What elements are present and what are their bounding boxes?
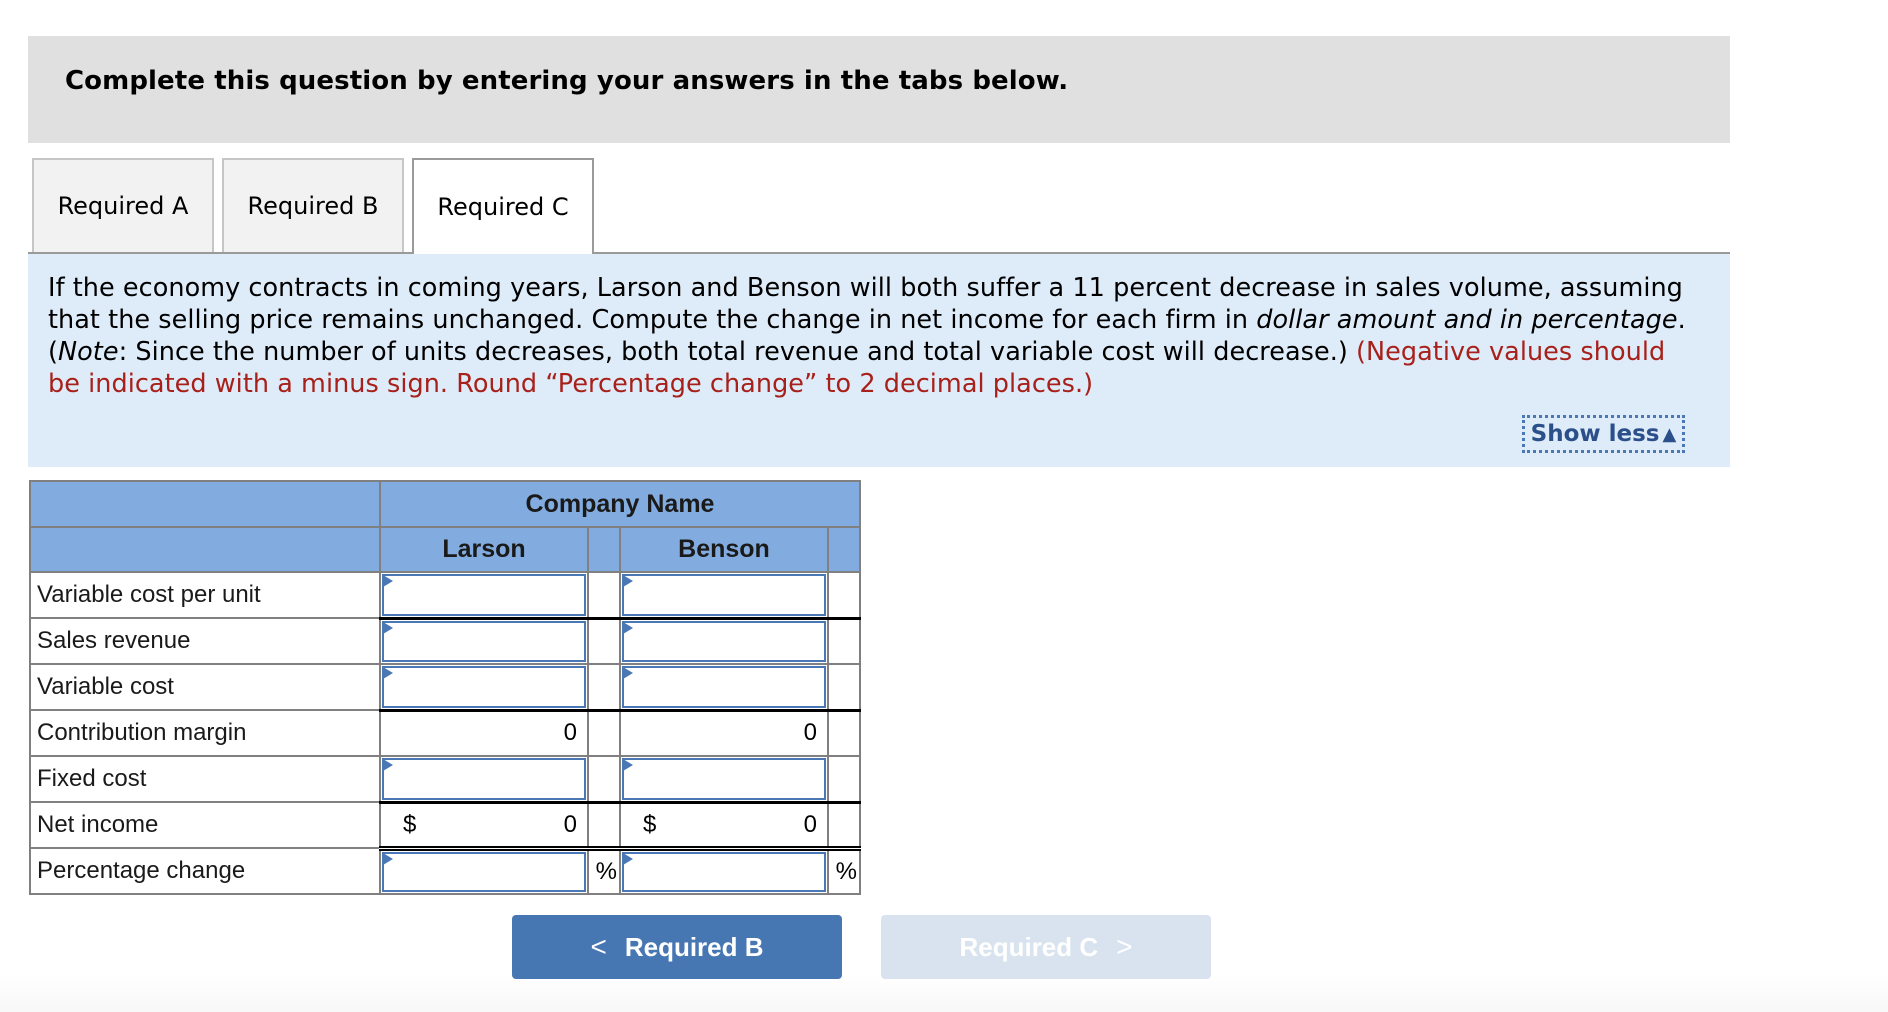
column-header-benson: Benson — [619, 526, 829, 573]
tab-required-a[interactable]: Required A — [32, 158, 214, 252]
benson-variable-cost-input[interactable] — [622, 666, 826, 708]
gap-cell — [587, 800, 621, 851]
prev-button-label: Required B — [624, 931, 764, 962]
question-instructions: If the economy contracts in coming years… — [28, 254, 1730, 467]
gap-cell — [587, 708, 621, 757]
input-flag-icon — [383, 621, 393, 634]
header-gap — [587, 526, 621, 573]
larson-fixed-cost-input[interactable] — [382, 758, 586, 800]
suffix-cell — [827, 708, 861, 757]
larson-net-income-value: 0 — [563, 810, 577, 838]
row-label: Sales revenue — [29, 617, 381, 665]
triangle-up-icon: ▲ — [1662, 423, 1677, 445]
tab-bar: Required A Required B Required C — [28, 158, 1730, 254]
show-less-button[interactable]: Show less ▲ — [1522, 415, 1685, 453]
currency-symbol: $ — [403, 810, 417, 838]
gap-cell — [587, 616, 621, 665]
instruction-part: : Since the number of units decreases, b… — [118, 337, 1357, 367]
percent-suffix: % — [827, 847, 861, 895]
input-flag-icon — [623, 621, 633, 634]
benson-percentage-change-input[interactable] — [622, 851, 826, 892]
row-label: Fixed cost — [29, 755, 381, 803]
next-button-label: Required C — [959, 931, 1099, 962]
instruction-note-label: Note — [58, 337, 119, 367]
instruction-header: Complete this question by entering your … — [28, 36, 1730, 143]
benson-sales-revenue-input[interactable] — [622, 620, 826, 662]
header-gap — [827, 526, 861, 573]
percent-suffix: % — [587, 847, 621, 895]
benson-variable-cost-per-unit-input[interactable] — [622, 574, 826, 616]
currency-symbol: $ — [643, 810, 657, 838]
larson-contribution-margin-value: 0 — [563, 719, 577, 747]
benson-fixed-cost-input[interactable] — [622, 758, 826, 800]
chevron-left-icon: < — [590, 931, 607, 962]
row-label: Percentage change — [29, 847, 381, 895]
answer-table: Company Name Larson Benson Variable cost… — [29, 480, 861, 895]
larson-variable-cost-input[interactable] — [382, 666, 586, 708]
row-label: Contribution margin — [29, 709, 381, 757]
previous-required-b-button[interactable]: < Required B — [512, 915, 842, 979]
larson-sales-revenue-input[interactable] — [382, 620, 586, 662]
header-blank — [29, 526, 381, 573]
suffix-cell — [827, 663, 861, 711]
larson-variable-cost-per-unit-input[interactable] — [382, 574, 586, 616]
larson-percentage-change-input[interactable] — [382, 851, 586, 892]
suffix-cell — [827, 755, 861, 803]
input-flag-icon — [383, 759, 393, 771]
instruction-emphasis: dollar amount and in percentage — [1256, 305, 1678, 335]
input-flag-icon — [383, 575, 393, 587]
input-flag-icon — [623, 575, 633, 587]
row-label: Net income — [29, 801, 381, 849]
input-flag-icon — [623, 759, 633, 771]
column-header-larson: Larson — [379, 526, 589, 573]
show-less-label: Show less — [1530, 421, 1660, 447]
page-title: Complete this question by entering your … — [65, 66, 1069, 96]
next-required-c-button[interactable]: Required C > — [881, 915, 1211, 979]
input-flag-icon — [623, 852, 633, 865]
header-blank — [29, 480, 381, 528]
row-label: Variable cost — [29, 663, 381, 711]
tab-required-b[interactable]: Required B — [222, 158, 404, 252]
table-row: Contribution margin 0 0 — [29, 708, 861, 757]
table-row: Net income $0 $0 — [29, 800, 861, 851]
table-row: Sales revenue — [29, 616, 861, 665]
row-label: Variable cost per unit — [29, 571, 381, 619]
suffix-cell — [827, 800, 861, 851]
chevron-right-icon: > — [1116, 931, 1133, 962]
gap-cell — [587, 663, 621, 711]
suffix-cell — [827, 616, 861, 665]
suffix-cell — [827, 571, 861, 619]
input-flag-icon — [383, 852, 393, 865]
instruction-text: If the economy contracts in coming years… — [48, 272, 1688, 400]
table-row: Fixed cost — [29, 755, 861, 803]
tab-required-c[interactable]: Required C — [412, 158, 594, 254]
benson-net-income-value: 0 — [803, 810, 817, 838]
input-flag-icon — [623, 667, 633, 679]
table-row: Variable cost — [29, 663, 861, 711]
table-row: Percentage change % % — [29, 847, 861, 895]
input-flag-icon — [383, 667, 393, 679]
gap-cell — [587, 755, 621, 803]
gap-cell — [587, 571, 621, 619]
table-row: Variable cost per unit — [29, 571, 861, 619]
benson-contribution-margin-value: 0 — [803, 719, 817, 747]
company-name-header: Company Name — [379, 480, 861, 528]
